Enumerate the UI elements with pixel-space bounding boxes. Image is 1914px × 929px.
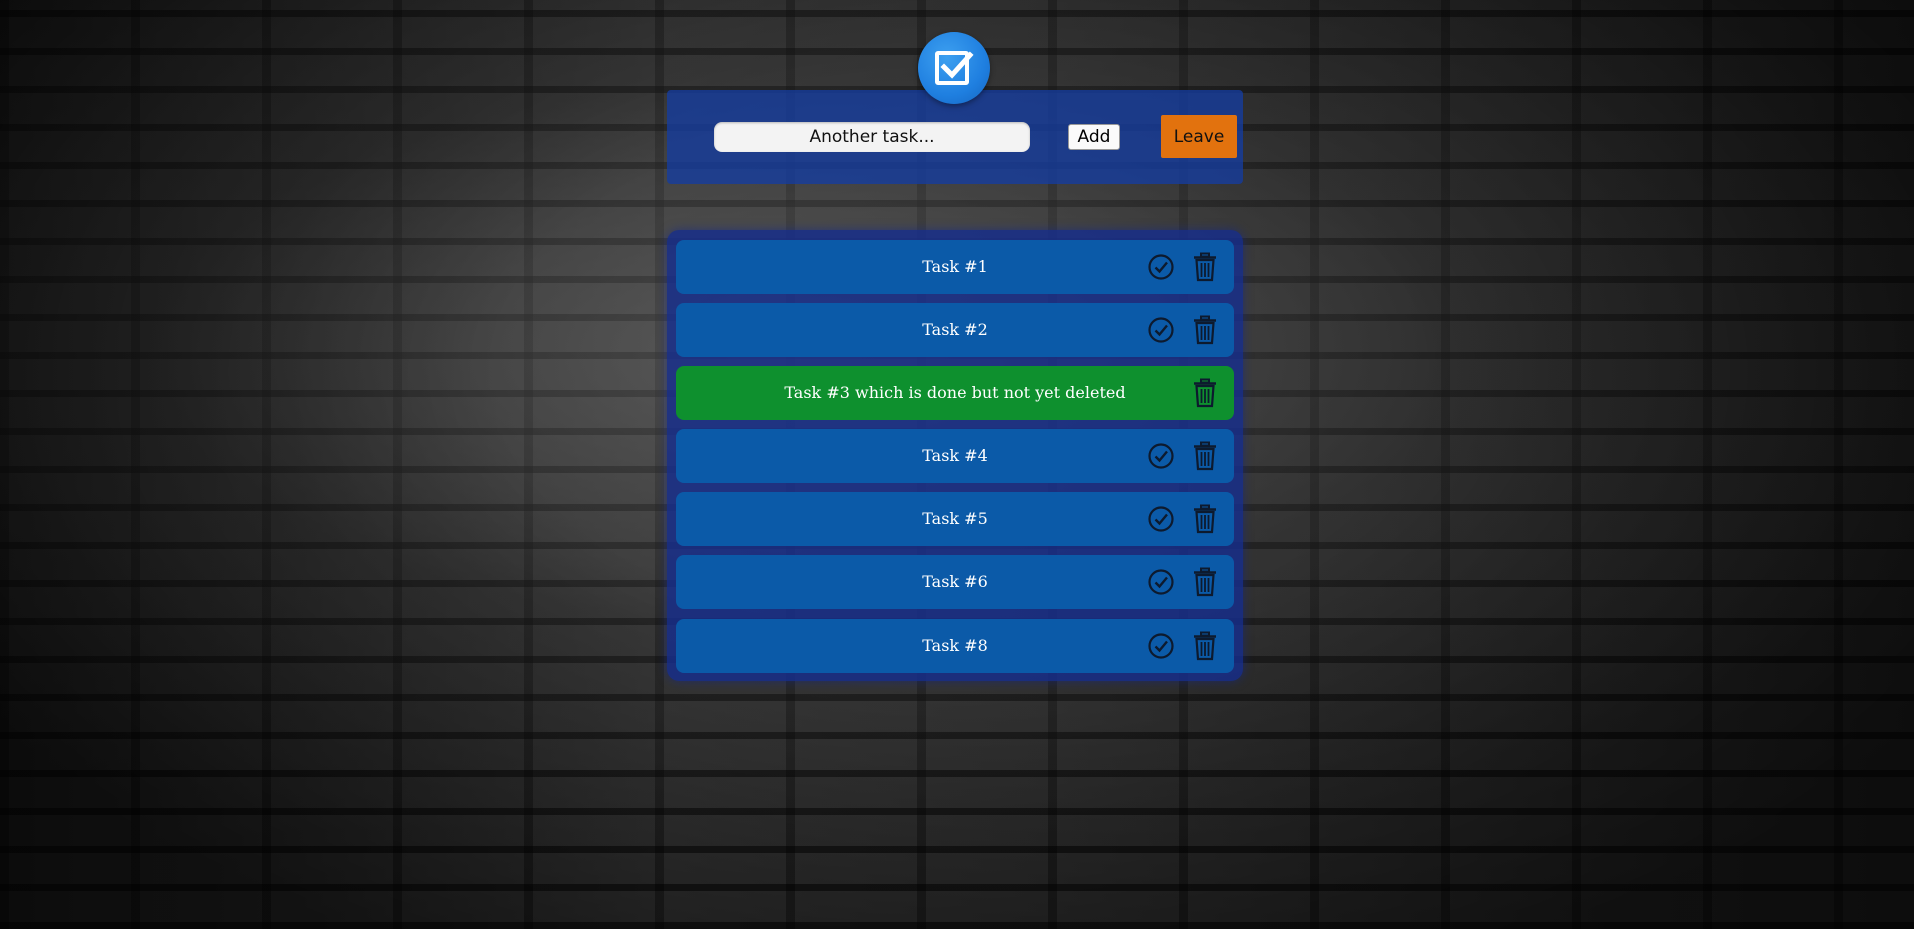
check-circle-icon[interactable] [1146, 252, 1176, 282]
task-row[interactable]: Task #1 [676, 240, 1234, 294]
task-row[interactable]: Task #6 [676, 555, 1234, 609]
check-circle-icon[interactable] [1146, 567, 1176, 597]
task-row[interactable]: Task #4 [676, 429, 1234, 483]
check-circle-icon[interactable] [1146, 441, 1176, 471]
trash-icon[interactable] [1190, 378, 1220, 408]
checkbox-logo-icon [918, 32, 990, 104]
add-button[interactable]: Add [1068, 124, 1120, 150]
leave-button[interactable]: Leave [1161, 115, 1237, 158]
trash-icon[interactable] [1190, 441, 1220, 471]
task-row[interactable]: Task #5 [676, 492, 1234, 546]
trash-icon[interactable] [1190, 252, 1220, 282]
task-label: Task #3 which is done but not yet delete… [784, 383, 1126, 402]
trash-icon[interactable] [1190, 315, 1220, 345]
task-row[interactable]: Task #8 [676, 619, 1234, 673]
check-circle-icon[interactable] [1146, 315, 1176, 345]
check-circle-icon[interactable] [1146, 631, 1176, 661]
trash-icon[interactable] [1190, 504, 1220, 534]
trash-icon[interactable] [1190, 631, 1220, 661]
task-input[interactable] [714, 122, 1030, 152]
task-row-done[interactable]: Task #3 which is done but not yet delete… [676, 366, 1234, 420]
task-row[interactable]: Task #2 [676, 303, 1234, 357]
check-circle-icon[interactable] [1146, 504, 1176, 534]
trash-icon[interactable] [1190, 567, 1220, 597]
